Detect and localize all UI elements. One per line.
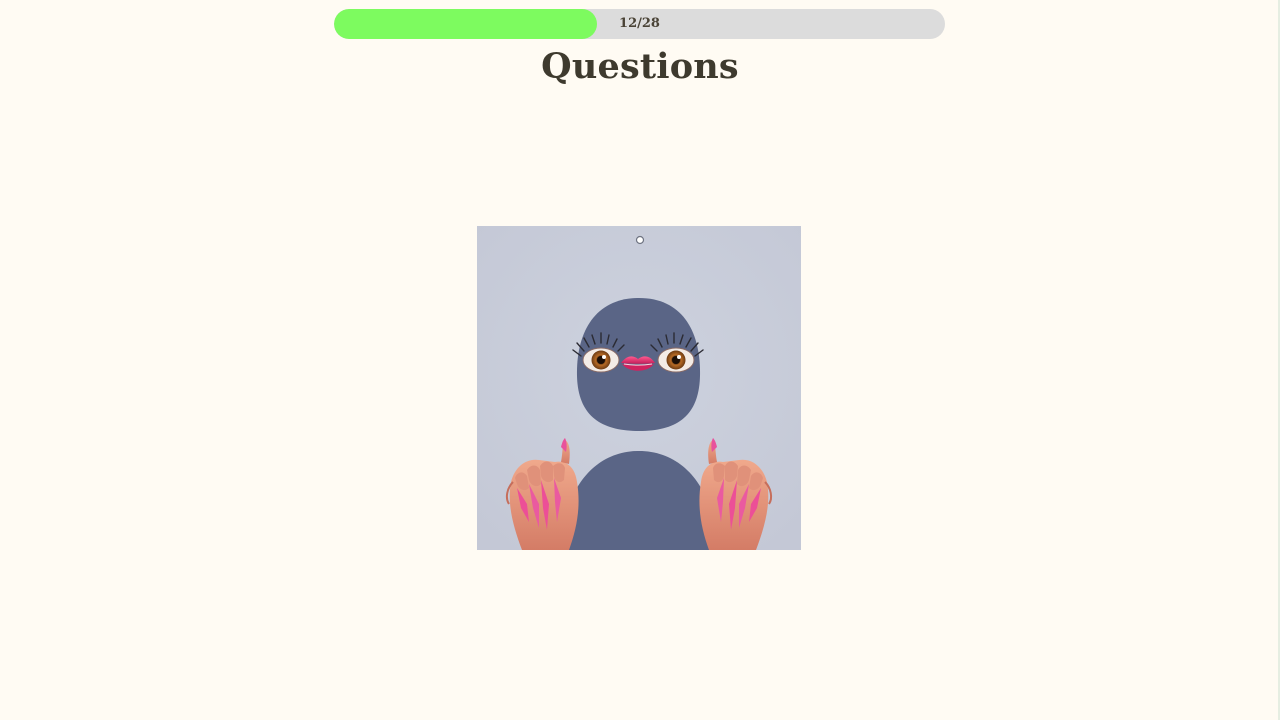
progress-bar: 12/28 [334,9,945,39]
question-image[interactable] [477,226,801,550]
progress-counter: 12/28 [619,16,660,31]
hole-dot [635,235,645,245]
page-title: Questions [541,46,739,87]
